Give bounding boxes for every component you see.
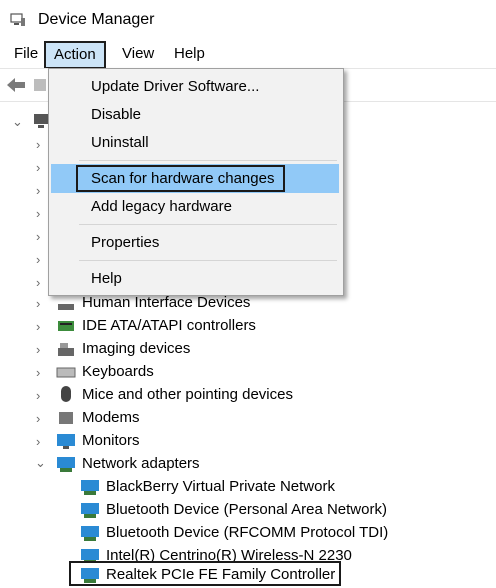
menu-view[interactable]: View [114,42,162,68]
tree-row-collapsed[interactable]: › [34,179,48,202]
chevron-right-icon[interactable]: › [36,412,46,425]
menu-item-label: Scan for hardware changes [75,165,286,192]
menu-separator [79,160,337,161]
network-adapter-icon [81,480,99,495]
menu-file[interactable]: File [6,42,46,68]
menu-bar: File Action View Help [0,40,496,69]
chevron-right-icon[interactable]: › [36,230,46,243]
chevron-right-icon[interactable]: › [36,161,46,174]
chevron-right-icon[interactable]: › [36,253,46,266]
menu-item-disable[interactable]: Disable [51,100,339,129]
network-adapter-label: Realtek PCIe FE Family Controller [106,566,336,583]
chevron-right-icon[interactable]: › [36,320,46,333]
tree-item-label: Imaging devices [82,340,191,357]
menu-item-uninstall[interactable]: Uninstall [51,128,339,157]
forward-arrow-icon[interactable] [34,79,46,91]
back-arrow-icon[interactable] [6,77,26,93]
network-adapter-item[interactable]: BlackBerry Virtual Private Network [80,475,380,498]
chevron-right-icon[interactable]: › [36,297,46,310]
network-adapter-item-selected[interactable]: Realtek PCIe FE Family Controller [80,563,340,586]
tree-item-mice[interactable]: › Mice and other pointing devices [34,383,334,406]
network-adapter-label: BlackBerry Virtual Private Network [106,478,335,495]
title-bar: Device Manager [0,0,496,40]
menu-item-label: Properties [91,234,160,251]
menu-separator [79,224,337,225]
tree-item-label: IDE ATA/ATAPI controllers [82,317,256,334]
network-adapter-label: Bluetooth Device (Personal Area Network) [106,501,387,518]
tree-row-collapsed[interactable]: › [34,248,48,271]
camera-icon [58,343,74,356]
tree-row-collapsed[interactable]: › [34,225,48,248]
menu-item-label: Add legacy hardware [91,198,232,215]
chevron-right-icon[interactable]: › [36,138,46,151]
menu-action[interactable]: Action [44,41,106,69]
chevron-right-icon[interactable]: › [36,207,46,220]
menu-item-properties[interactable]: Properties [51,228,339,257]
tree-item-modems[interactable]: › Modems [34,406,294,429]
menu-item-label: Update Driver Software... [91,78,260,95]
chevron-down-icon[interactable]: ⌄ [35,456,46,469]
tree-item-network-adapters[interactable]: ⌄ Network adapters [34,452,294,475]
network-adapter-icon [81,503,99,518]
device-manager-icon [10,13,25,26]
menu-item-label: Help [91,270,122,287]
chevron-right-icon[interactable]: › [36,435,46,448]
action-dropdown-menu: Update Driver Software... Disable Uninst… [48,68,344,296]
chevron-right-icon[interactable]: › [36,276,46,289]
tree-item-label: Network adapters [82,455,200,472]
chevron-right-icon[interactable]: › [36,184,46,197]
tree-item-imaging[interactable]: › Imaging devices [34,337,294,360]
hid-icon [58,304,74,310]
network-adapter-icon [57,457,75,472]
menu-item-label: Disable [91,106,142,123]
tree-item-label: Keyboards [82,363,154,380]
tree-row-collapsed[interactable]: › [34,156,48,179]
monitor-icon [57,434,75,449]
tree-item-label: Mice and other pointing devices [82,386,293,403]
modem-icon [59,412,73,424]
network-adapter-item[interactable]: Bluetooth Device (Personal Area Network) [80,498,400,521]
tree-item-monitors[interactable]: › Monitors [34,429,294,452]
tree-row-collapsed[interactable]: › [34,133,48,156]
chevron-right-icon[interactable]: › [36,343,46,356]
tree-item-ide[interactable]: › IDE ATA/ATAPI controllers [34,314,294,337]
window-title: Device Manager [38,11,155,28]
keyboard-icon [56,367,76,378]
tree-item-label: Modems [82,409,140,426]
chevron-right-icon[interactable]: › [36,366,46,379]
ide-controller-icon [58,321,74,331]
tree-item-label: Monitors [82,432,140,449]
mouse-icon [61,386,71,402]
chevron-right-icon[interactable]: › [36,389,46,402]
network-adapter-item[interactable]: Bluetooth Device (RFCOMM Protocol TDI) [80,521,400,544]
network-adapter-label: Bluetooth Device (RFCOMM Protocol TDI) [106,524,389,541]
menu-item-update-driver[interactable]: Update Driver Software... [51,72,339,101]
menu-separator [79,260,337,261]
menu-item-scan-hardware[interactable]: Scan for hardware changes [51,164,339,193]
menu-help[interactable]: Help [166,42,213,68]
chevron-down-icon[interactable]: ⌄ [12,115,23,128]
menu-item-add-legacy[interactable]: Add legacy hardware [51,192,339,221]
network-adapter-icon [81,568,99,583]
menu-item-label: Uninstall [91,134,149,151]
menu-item-help[interactable]: Help [51,264,339,293]
network-adapter-icon [81,526,99,541]
tree-row-collapsed[interactable]: › [34,202,48,225]
tree-item-keyboards[interactable]: › Keyboards [34,360,294,383]
